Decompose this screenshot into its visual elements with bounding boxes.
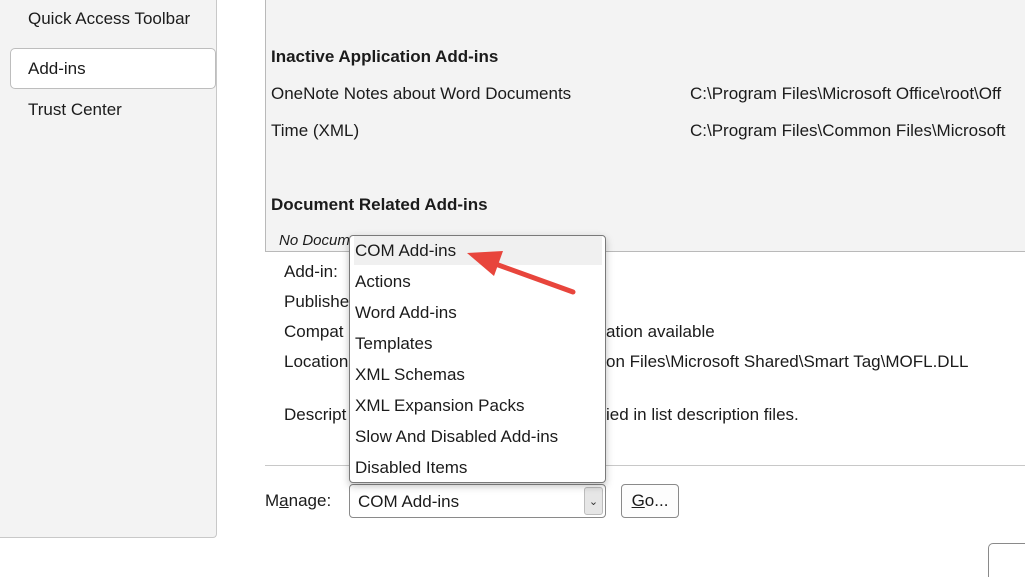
addin-row[interactable]: Time (XML) C:\Program Files\Common Files…	[271, 121, 1006, 141]
manage-label: Manage:	[265, 491, 331, 511]
addin-row[interactable]: OneNote Notes about Word Documents C:\Pr…	[271, 84, 1001, 104]
dropdown-option-actions[interactable]: Actions	[354, 267, 602, 296]
description-detail-value: ied in list description files.	[606, 405, 799, 424]
addin-location: C:\Program Files\Microsoft Office\root\O…	[690, 84, 1002, 103]
manage-dropdown-list[interactable]: COM Add-ins Actions Word Add-ins Templat…	[349, 235, 606, 483]
addin-name: Time (XML)	[271, 121, 360, 140]
go-button[interactable]: Go...	[621, 484, 679, 518]
location-detail-label: Location	[284, 352, 349, 371]
addin-detail-label: Add-in:	[284, 262, 338, 281]
location-detail-value: on Files\Microsoft Shared\Smart Tag\MOFL…	[606, 352, 969, 371]
compatibility-detail-label: Compat	[284, 322, 344, 341]
sidebar-item-quick-access-toolbar[interactable]: Quick Access Toolbar	[28, 9, 190, 29]
dropdown-option-slow-and-disabled-add-ins[interactable]: Slow And Disabled Add-ins	[354, 422, 602, 451]
manage-select-value: COM Add-ins	[358, 492, 460, 511]
options-sidebar: Quick Access Toolbar Add-ins Trust Cente…	[0, 0, 217, 538]
description-detail-label: Descript	[284, 405, 347, 424]
dropdown-option-templates[interactable]: Templates	[354, 329, 602, 358]
dropdown-option-xml-expansion-packs[interactable]: XML Expansion Packs	[354, 391, 602, 420]
manage-label-prefix: M	[265, 491, 280, 510]
manage-select[interactable]: COM Add-ins ⌄	[349, 484, 606, 518]
addins-list-panel[interactable]: Inactive Application Add-ins OneNote Not…	[265, 0, 1025, 252]
go-button-suffix: o...	[644, 491, 669, 510]
manage-label-suffix: nage:	[288, 491, 332, 510]
dropdown-option-com-add-ins[interactable]: COM Add-ins	[354, 236, 602, 265]
no-document-addins-text: No Docum	[279, 232, 350, 249]
document-addins-heading: Document Related Add-ins	[271, 195, 488, 214]
sidebar-item-add-ins[interactable]: Add-ins	[10, 48, 216, 89]
go-button-accesskey: G	[631, 491, 645, 510]
inactive-addins-heading: Inactive Application Add-ins	[271, 47, 499, 66]
dropdown-option-xml-schemas[interactable]: XML Schemas	[354, 360, 602, 389]
addin-location: C:\Program Files\Common Files\Microsoft	[690, 121, 1006, 140]
publisher-detail-label: Publishe	[284, 292, 350, 311]
dropdown-option-word-add-ins[interactable]: Word Add-ins	[354, 298, 602, 327]
chevron-down-icon[interactable]: ⌄	[584, 487, 603, 515]
compatibility-detail-value: ation available	[606, 322, 715, 341]
dropdown-option-disabled-items[interactable]: Disabled Items	[354, 453, 602, 482]
addin-name: OneNote Notes about Word Documents	[271, 84, 572, 103]
ok-button[interactable]	[988, 543, 1025, 577]
manage-label-accesskey: a	[279, 491, 289, 510]
sidebar-item-trust-center[interactable]: Trust Center	[28, 100, 122, 120]
